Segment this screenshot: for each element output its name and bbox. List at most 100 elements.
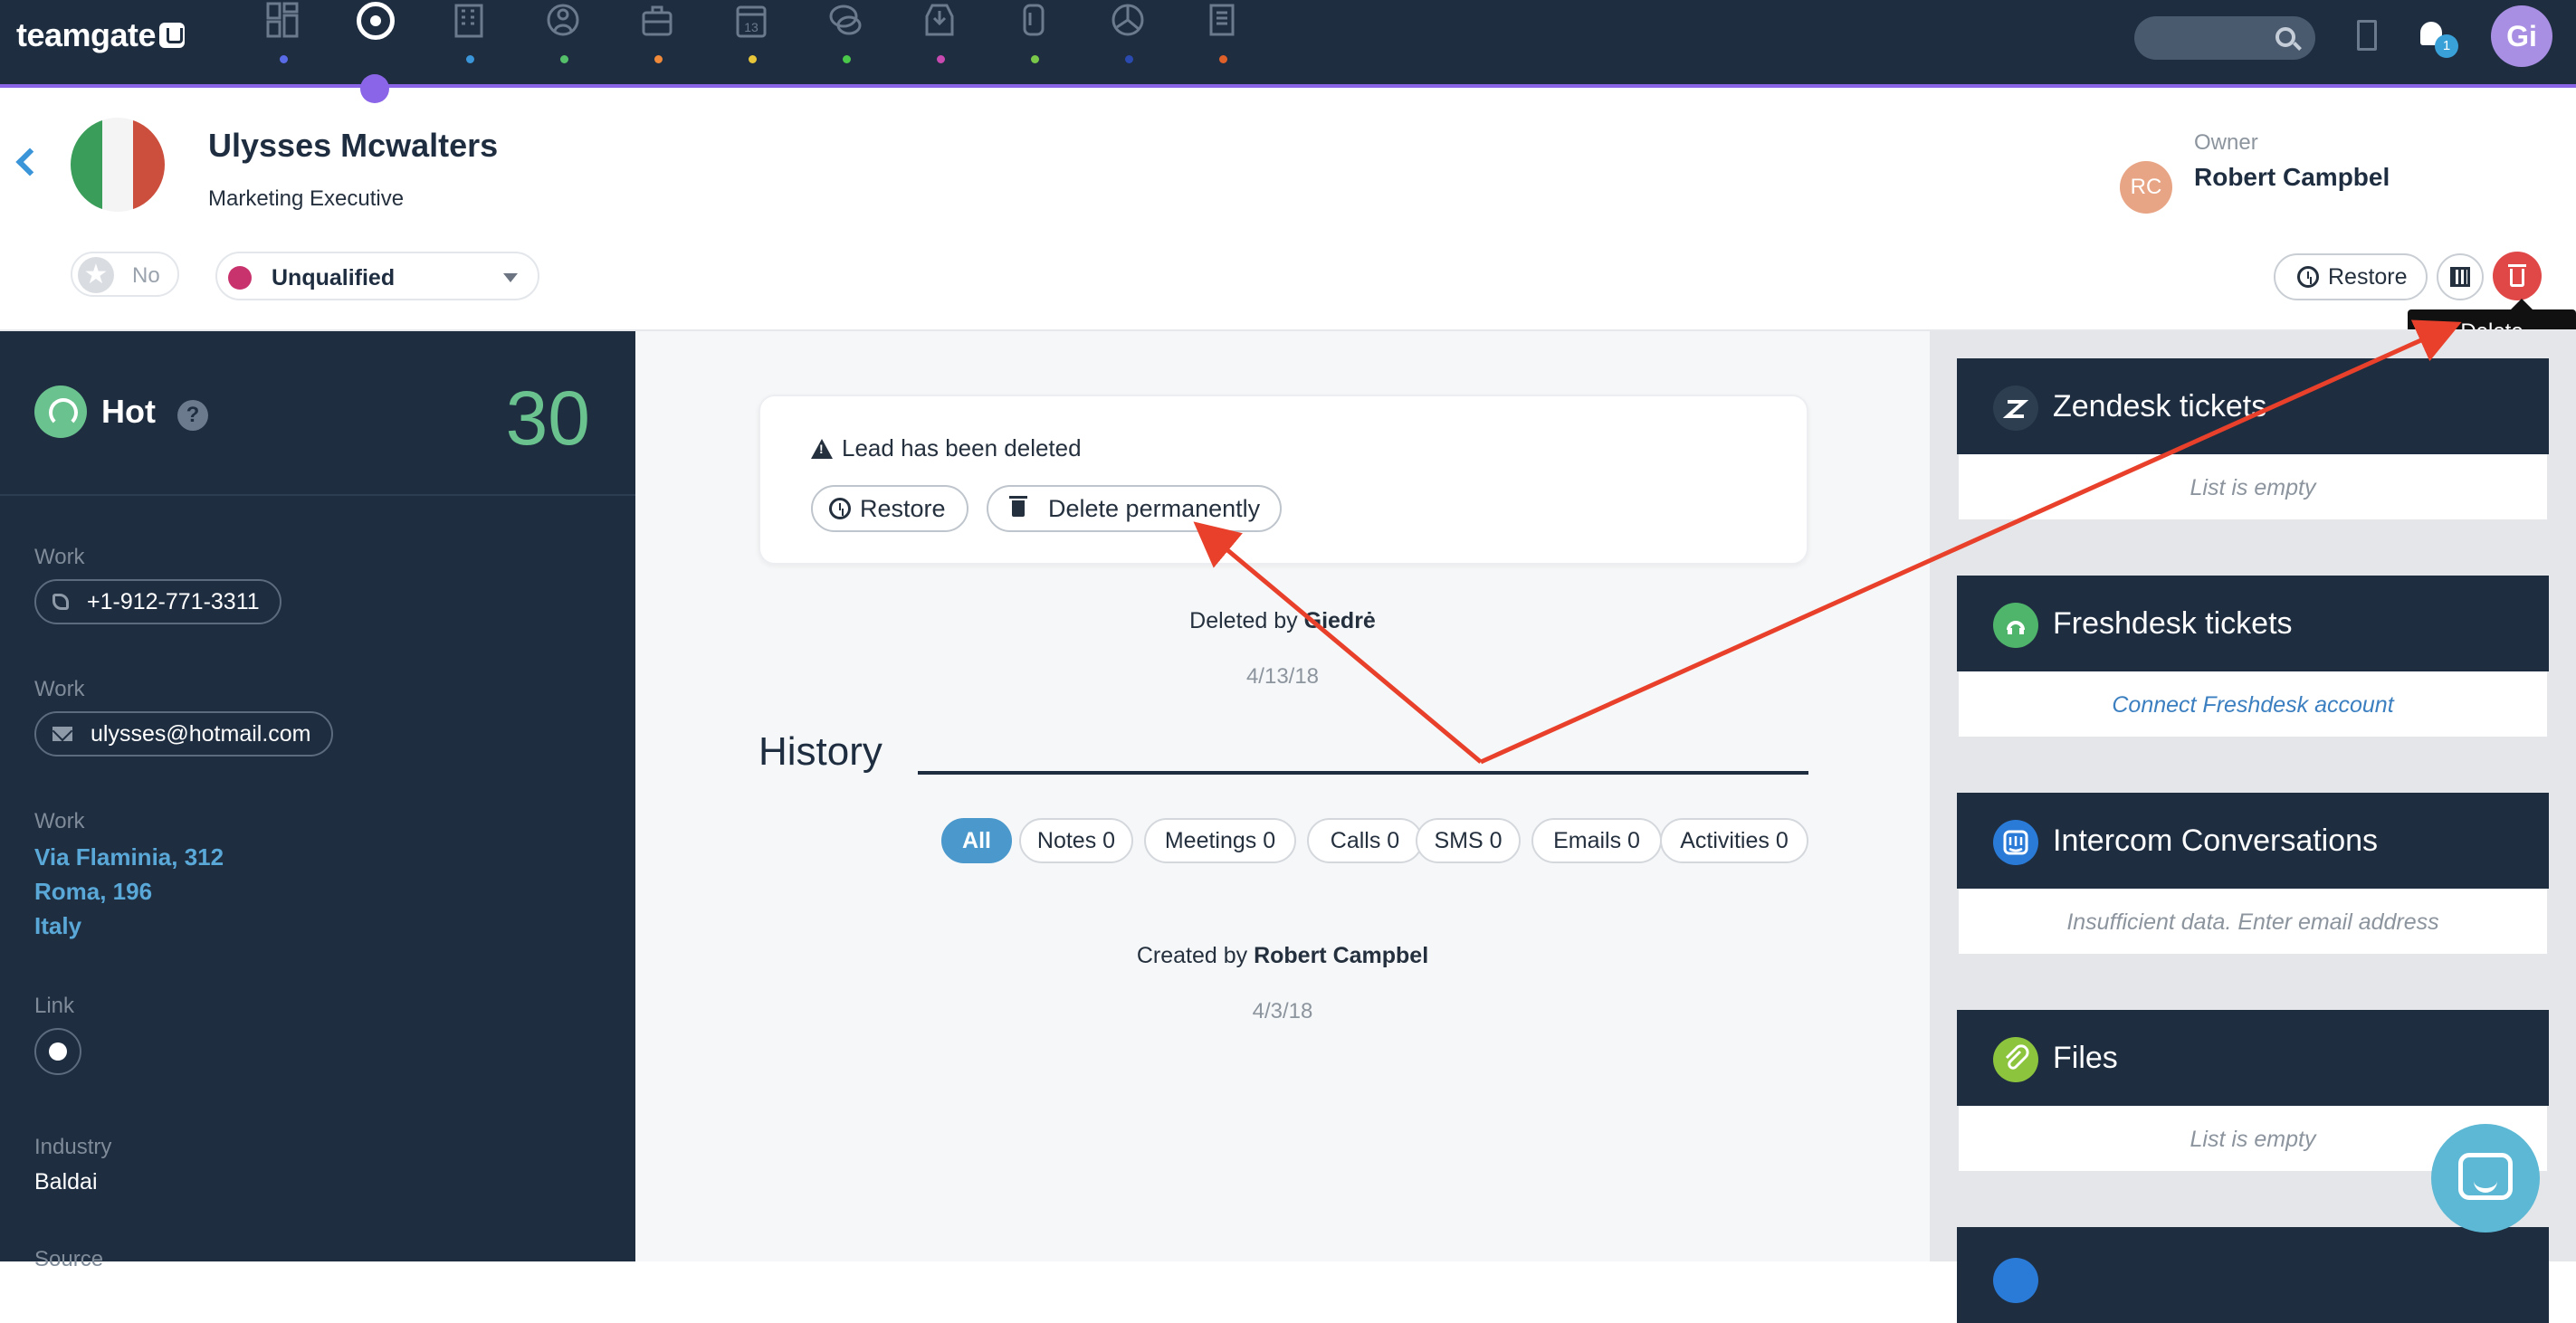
nav-files[interactable] <box>1007 0 1061 85</box>
intercom-chat-launcher[interactable] <box>2431 1124 2540 1233</box>
deleted-by-prefix: Deleted by <box>1189 608 1298 633</box>
delete-permanently-button[interactable] <box>2493 252 2542 300</box>
main-content: Lead has been deleted Restore Delete per… <box>635 331 1930 1261</box>
global-search-input[interactable] <box>2134 16 2315 60</box>
integrations-panel: Zendesk tickets List is empty Freshdesk … <box>1930 331 2576 1323</box>
nav-calendar[interactable]: 13 <box>724 0 778 85</box>
contact-name: Ulysses Mcwalters <box>208 127 499 164</box>
intercom-widget: Intercom Conversations Insufficient data… <box>1957 793 2549 956</box>
qr-code-icon <box>2450 267 2470 287</box>
people-icon <box>547 4 579 36</box>
widget-header[interactable]: Freshdesk tickets <box>1957 576 2549 671</box>
trash-icon <box>2508 264 2526 287</box>
deleted-date: 4/13/18 <box>1245 664 1320 689</box>
delete-permanently-lead-button[interactable]: Delete permanently <box>987 485 1282 532</box>
nav-reports[interactable] <box>1101 0 1155 85</box>
favorite-toggle[interactable]: ★ No <box>71 252 179 297</box>
filter-activities[interactable]: Activities 0 <box>1660 818 1808 863</box>
restore-lead-button[interactable]: Restore <box>811 485 968 532</box>
speedometer-icon <box>34 385 87 438</box>
back-chevron-icon[interactable] <box>15 148 44 176</box>
nav-indicator-dot <box>937 55 945 63</box>
widget-body: Insufficient data. Enter email address <box>1957 889 2549 956</box>
industry-label: Industry <box>34 1135 112 1159</box>
email-pill[interactable]: ulysses@hotmail.com <box>34 711 333 757</box>
filter-meetings[interactable]: Meetings 0 <box>1144 818 1296 863</box>
status-color-dot <box>228 266 252 290</box>
address-book-icon[interactable] <box>2357 20 2377 51</box>
email-type-label: Work <box>34 677 85 701</box>
nav-leads[interactable] <box>348 0 402 85</box>
widget-title: Zendesk tickets <box>2053 389 2267 424</box>
calendar-icon: 13 <box>736 5 767 38</box>
calendar-day: 13 <box>744 20 758 34</box>
restore-button[interactable]: Restore <box>2274 253 2428 300</box>
email-address: ulysses@hotmail.com <box>91 720 311 747</box>
favorite-label: No <box>132 263 160 288</box>
nav-companies[interactable] <box>442 0 496 85</box>
widget-header[interactable]: Intercom Conversations <box>1957 793 2549 889</box>
qr-code-button[interactable] <box>2437 253 2484 300</box>
phone-type-label: Work <box>34 545 85 569</box>
history-underline <box>918 771 1808 775</box>
widget-header[interactable]: Files <box>1957 1010 2549 1106</box>
restore-label: Restore <box>2328 263 2408 290</box>
phone-icon <box>52 594 69 610</box>
address-line-1[interactable]: Via Flaminia, 312 <box>34 840 224 874</box>
nav-dashboard[interactable] <box>255 0 310 85</box>
nav-people[interactable] <box>536 0 590 85</box>
history-clock-icon <box>2297 266 2319 288</box>
search-icon[interactable] <box>2275 27 2295 47</box>
widget-header[interactable] <box>1957 1227 2549 1323</box>
widget-title: Freshdesk tickets <box>2053 606 2293 641</box>
active-tab-indicator <box>360 74 389 103</box>
freshdesk-icon <box>1993 603 2038 648</box>
filter-notes[interactable]: Notes 0 <box>1019 818 1133 863</box>
widget-header[interactable]: Zendesk tickets <box>1957 358 2549 454</box>
attachment-icon <box>1023 4 1045 36</box>
source-label: Source <box>34 1247 104 1271</box>
address-line-3[interactable]: Italy <box>34 909 81 943</box>
zendesk-widget: Zendesk tickets List is empty <box>1957 358 2549 521</box>
inbox-icon <box>925 4 954 36</box>
help-icon[interactable]: ? <box>177 400 208 431</box>
website-link-button[interactable] <box>34 1028 81 1075</box>
chat-bubble-icon <box>2458 1153 2513 1200</box>
phone-number: +1-912-771-3311 <box>87 588 260 614</box>
owner-name[interactable]: Robert Campbel <box>2194 163 2390 192</box>
nav-deals[interactable] <box>630 0 684 85</box>
nav-conversations[interactable] <box>818 0 873 85</box>
nav-documents[interactable] <box>1195 0 1249 85</box>
filter-calls[interactable]: Calls 0 <box>1307 818 1423 863</box>
deleted-by-text: Deleted by Giedrė <box>635 608 1930 634</box>
industry-value: Baldai <box>34 1169 98 1195</box>
nav-indicator-dot <box>749 55 757 63</box>
filter-sms[interactable]: SMS 0 <box>1416 818 1521 863</box>
notifications-button[interactable]: 1 <box>2419 20 2458 58</box>
created-by-text: Created by Robert Campbel <box>635 943 1930 969</box>
history-heading: History <box>758 729 883 774</box>
lead-score-value: 30 <box>505 376 590 461</box>
nav-indicator-dot <box>1125 55 1133 63</box>
nav-indicator-dot <box>466 55 474 63</box>
teamgate-logo[interactable]: teamgate <box>16 16 186 54</box>
filter-all[interactable]: All <box>941 818 1012 863</box>
address-type-label: Work <box>34 809 85 833</box>
phone-number-pill[interactable]: +1-912-771-3311 <box>34 579 281 624</box>
filter-emails[interactable]: Emails 0 <box>1531 818 1662 863</box>
nav-inbox[interactable] <box>912 0 967 85</box>
link-label: Link <box>34 994 75 1018</box>
contact-job-title: Marketing Executive <box>208 186 405 211</box>
nav-indicator-dot <box>1219 55 1227 63</box>
logo-mark-icon <box>159 23 186 48</box>
chat-icon <box>829 5 862 35</box>
widget-title: Files <box>2053 1041 2118 1075</box>
lead-score-label: Hot <box>101 393 156 430</box>
lead-status-select[interactable]: Unqualified <box>215 252 539 300</box>
nav-indicator-dot <box>654 55 663 63</box>
user-avatar[interactable]: Gi <box>2491 5 2552 67</box>
widget-body: List is empty <box>1957 454 2549 521</box>
address-line-2[interactable]: Roma, 196 <box>34 874 152 909</box>
connect-freshdesk-link[interactable]: Connect Freshdesk account <box>1957 671 2549 738</box>
nav-indicator-dot <box>280 55 288 63</box>
